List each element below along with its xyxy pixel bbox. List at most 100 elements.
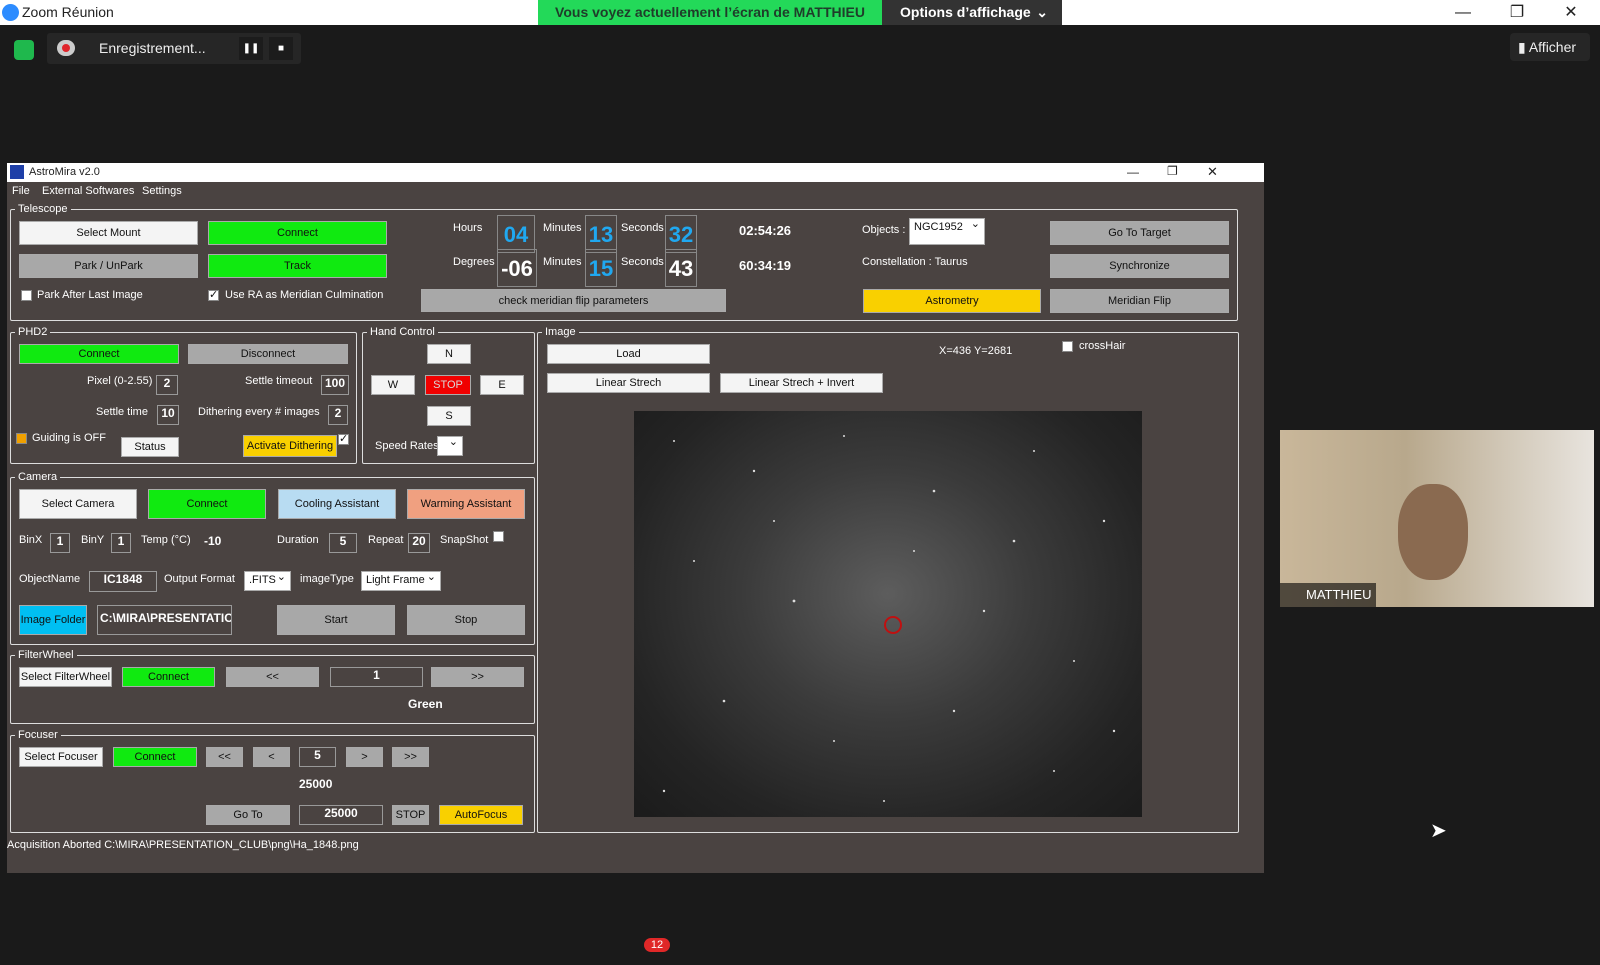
settle-timeout-label: Settle timeout — [245, 375, 313, 387]
park-after-checkbox[interactable] — [21, 290, 32, 301]
biny-field[interactable]: 1 — [111, 533, 131, 553]
stop-icon[interactable]: ■ — [269, 37, 293, 60]
restore-icon[interactable]: ❐ — [1494, 0, 1540, 25]
binx-label: BinX — [19, 534, 43, 546]
minimize-icon[interactable]: — — [1127, 165, 1139, 179]
settle-timeout-field[interactable]: 100 — [321, 375, 349, 395]
focuser-stop-button[interactable]: STOP — [392, 805, 429, 825]
repeat-field[interactable]: 20 — [408, 533, 430, 553]
participant-avatar — [1398, 484, 1468, 580]
menu-external-softwares[interactable]: External Softwares — [42, 185, 134, 197]
activate-dithering-button[interactable]: Activate Dithering — [243, 435, 337, 457]
seconds-label: Seconds — [621, 222, 664, 234]
snapshot-label: SnapShot — [440, 534, 489, 546]
check-meridian-flip-button[interactable]: check meridian flip parameters — [421, 289, 726, 312]
astrometry-button[interactable]: Astrometry — [863, 289, 1041, 313]
app-title: AstroMira v2.0 — [29, 166, 100, 178]
phd2-legend: PHD2 — [18, 326, 48, 338]
close-icon[interactable]: ✕ — [1548, 0, 1594, 25]
imagetype-label: imageType — [300, 573, 354, 585]
focuser-connect-button[interactable]: Connect — [113, 747, 197, 767]
shield-icon[interactable] — [14, 40, 34, 60]
imagetype-select[interactable]: Light Frame — [361, 570, 441, 591]
meridian-flip-button[interactable]: Meridian Flip — [1050, 289, 1229, 313]
select-focuser-button[interactable]: Select Focuser — [19, 747, 103, 767]
focuser-target-field[interactable]: 25000 — [299, 805, 383, 825]
filter-next-button[interactable]: >> — [431, 667, 524, 687]
menu-file[interactable]: File — [12, 185, 30, 197]
image-folder-field[interactable]: C:\MIRA\PRESENTATIC — [97, 605, 232, 635]
track-button[interactable]: Track — [208, 254, 387, 278]
recording-label: Enregistrement... — [99, 40, 206, 56]
phd2-status-button[interactable]: Status — [121, 437, 179, 457]
image-folder-button[interactable]: Image Folder — [19, 605, 87, 635]
object-select[interactable]: NGC1952 — [909, 217, 985, 245]
cooling-assistant-button[interactable]: Cooling Assistant — [278, 489, 396, 519]
north-button[interactable]: N — [427, 344, 471, 364]
guiding-label: Guiding is OFF — [32, 432, 106, 444]
focuser-step-field[interactable]: 5 — [299, 747, 336, 767]
hand-stop-button[interactable]: STOP — [425, 375, 471, 395]
recording-bar: Enregistrement... ❚❚ ■ — [47, 33, 301, 64]
restore-icon[interactable]: ❐ — [1167, 164, 1178, 178]
objectname-field[interactable]: IC1848 — [89, 571, 157, 592]
phd2-disconnect-button[interactable]: Disconnect — [188, 344, 348, 364]
menu-settings[interactable]: Settings — [142, 185, 182, 197]
close-icon[interactable]: ✕ — [1207, 164, 1218, 180]
degrees-value: -06 — [497, 249, 537, 287]
snapshot-checkbox[interactable] — [493, 531, 504, 542]
binx-field[interactable]: 1 — [50, 533, 70, 553]
star-image[interactable] — [634, 411, 1142, 817]
dec-minutes-label: Minutes — [543, 256, 582, 268]
select-filterwheel-button[interactable]: Select FilterWheel — [19, 667, 112, 687]
camera-legend: Camera — [18, 471, 58, 483]
settle-time-field[interactable]: 10 — [157, 405, 179, 425]
linear-stretch-button[interactable]: Linear Strech — [547, 373, 710, 393]
dithering-field[interactable]: 2 — [328, 405, 348, 425]
chat-badge: 12 — [644, 938, 670, 952]
duration-field[interactable]: 5 — [329, 533, 357, 553]
output-format-select[interactable]: .FITS — [244, 570, 291, 591]
phd2-connect-button[interactable]: Connect — [19, 344, 179, 364]
participant-video[interactable]: MATTHIEU — [1280, 430, 1594, 607]
crosshair-checkbox[interactable] — [1062, 341, 1073, 352]
focuser-fast-back-button[interactable]: << — [206, 747, 243, 767]
south-button[interactable]: S — [427, 406, 471, 426]
speed-rates-select[interactable] — [437, 435, 463, 456]
objectname-label: ObjectName — [19, 573, 81, 585]
focuser-fast-forward-button[interactable]: >> — [392, 747, 429, 767]
linear-stretch-invert-button[interactable]: Linear Strech + Invert — [720, 373, 883, 393]
dec-seconds-label: Seconds — [621, 256, 664, 268]
pause-icon[interactable]: ❚❚ — [239, 37, 263, 60]
warming-assistant-button[interactable]: Warming Assistant — [407, 489, 525, 519]
afficher-button[interactable]: ▮ Afficher — [1510, 33, 1590, 61]
mount-connect-button[interactable]: Connect — [208, 221, 387, 245]
status-bar: Acquisition Aborted C:\MIRA\PRESENTATION… — [7, 839, 359, 851]
east-button[interactable]: E — [480, 375, 524, 395]
go-to-target-button[interactable]: Go To Target — [1050, 221, 1229, 245]
minimize-icon[interactable]: — — [1440, 0, 1486, 25]
park-button[interactable]: Park / UnPark — [19, 254, 198, 278]
pixel-field[interactable]: 2 — [156, 375, 178, 395]
use-ra-checkbox[interactable] — [208, 288, 219, 301]
west-button[interactable]: W — [371, 375, 415, 395]
autofocus-button[interactable]: AutoFocus — [439, 805, 523, 825]
filter-prev-button[interactable]: << — [226, 667, 319, 687]
select-camera-button[interactable]: Select Camera — [19, 489, 137, 519]
dithering-checkbox[interactable] — [338, 432, 349, 445]
camera-connect-button[interactable]: Connect — [148, 489, 266, 519]
view-options-button[interactable]: Options d’affichage ⌄ — [882, 0, 1062, 25]
star-field — [662, 435, 1116, 802]
focuser-back-button[interactable]: < — [253, 747, 290, 767]
select-mount-button[interactable]: Select Mount — [19, 221, 198, 245]
filterwheel-connect-button[interactable]: Connect — [122, 667, 215, 687]
focuser-forward-button[interactable]: > — [346, 747, 383, 767]
camera-stop-button[interactable]: Stop — [407, 605, 525, 635]
load-button[interactable]: Load — [547, 344, 710, 364]
guiding-indicator — [16, 433, 27, 444]
panel-icon: ▮ — [1518, 39, 1529, 55]
focuser-goto-button[interactable]: Go To — [206, 805, 290, 825]
hours-value: 04 — [497, 215, 535, 253]
camera-start-button[interactable]: Start — [277, 605, 395, 635]
synchronize-button[interactable]: Synchronize — [1050, 254, 1229, 278]
